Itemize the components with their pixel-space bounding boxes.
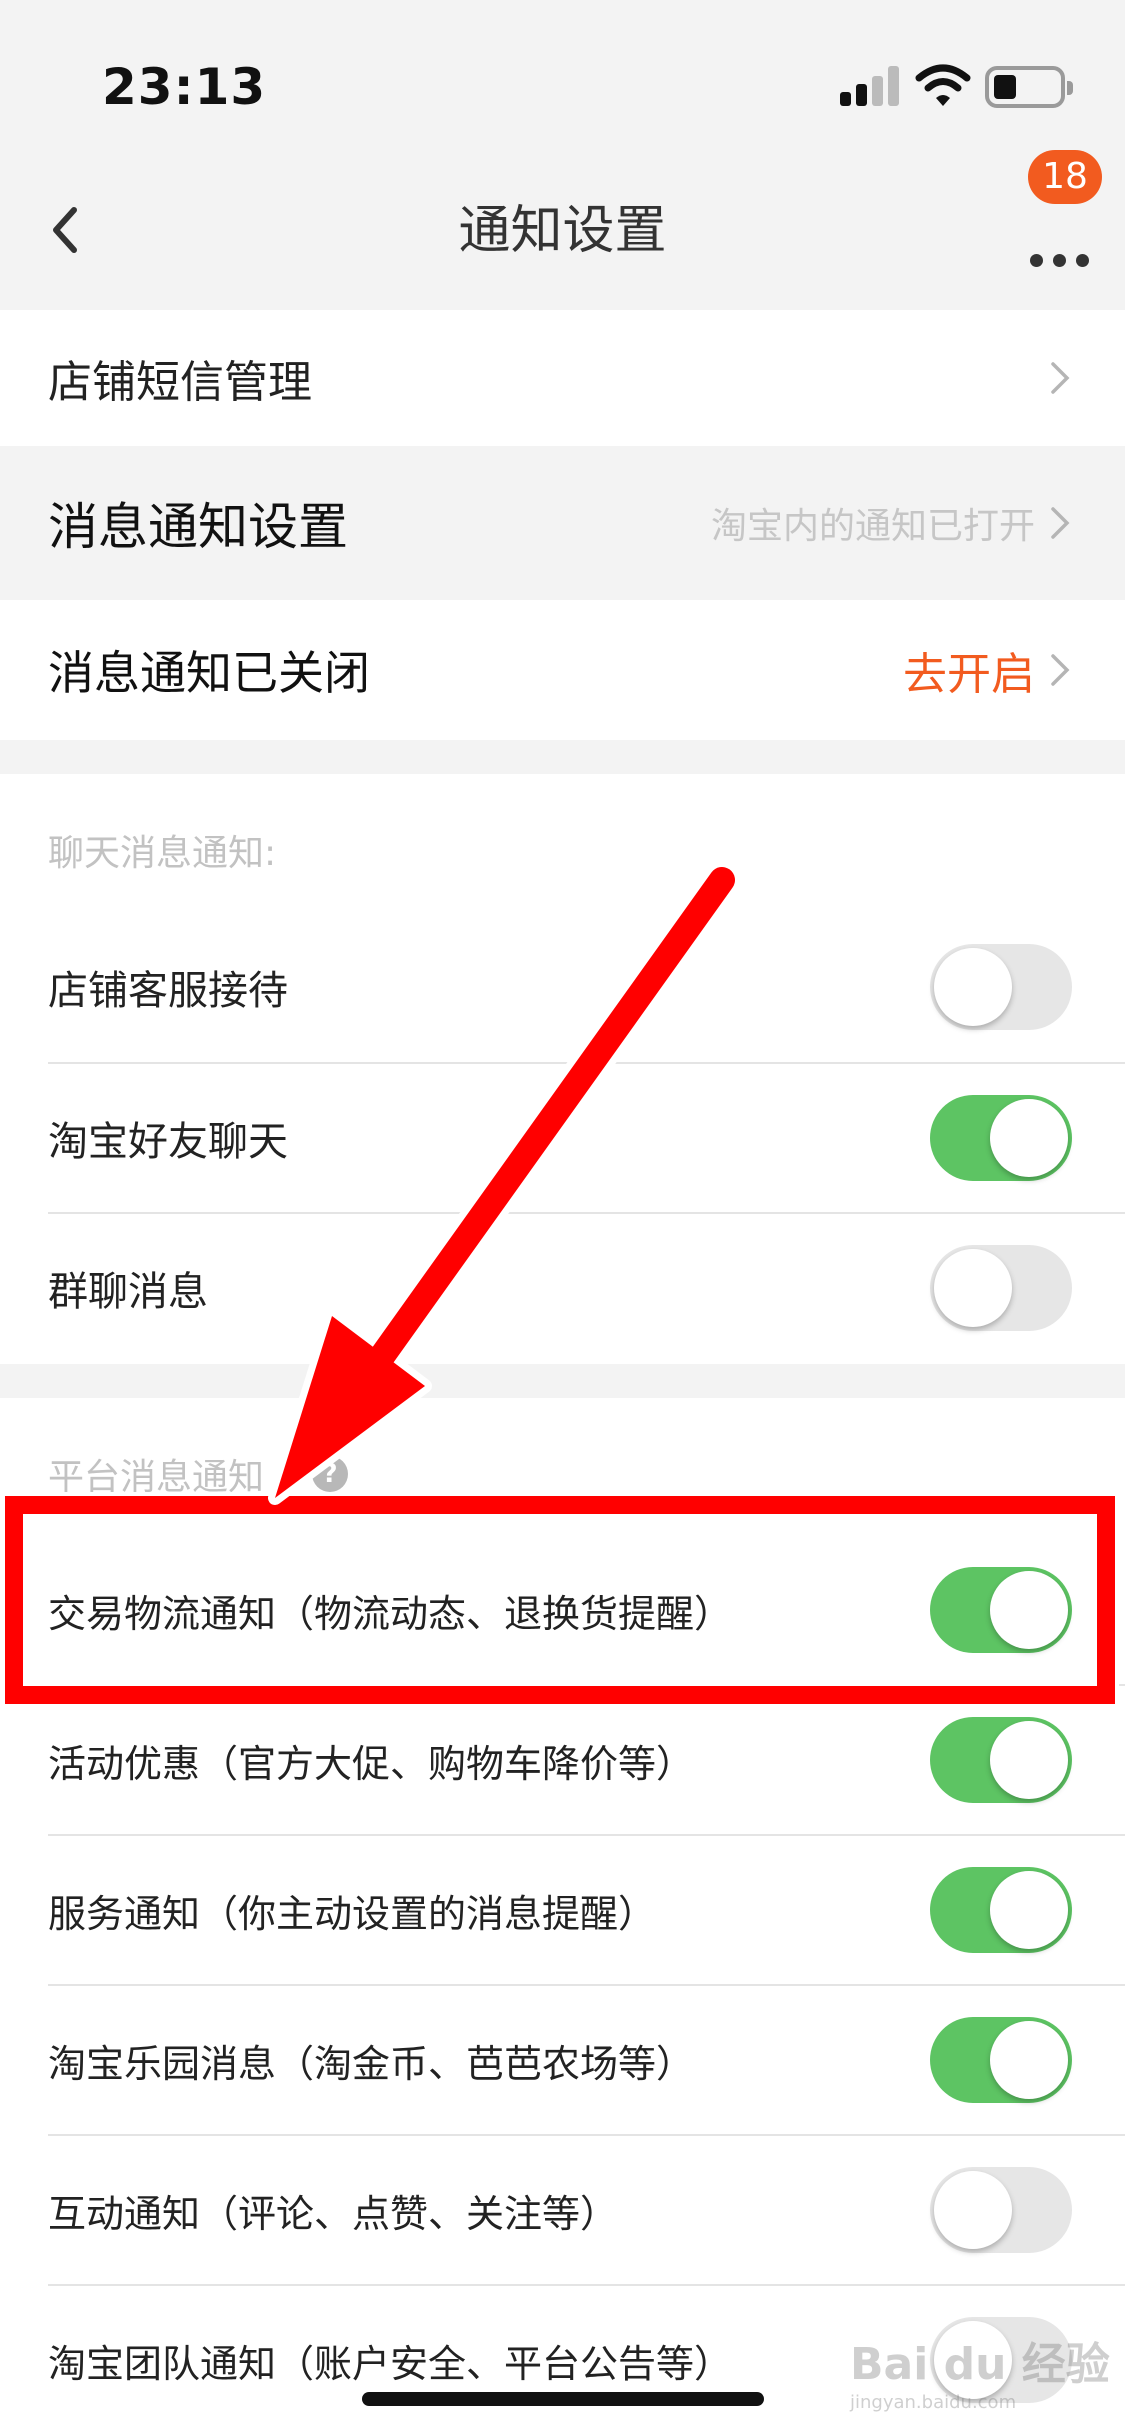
annotation-overlay [1,860,1119,1708]
highlight-box-red [5,1496,1115,1704]
baidu-watermark: Bai du 经验 jingyan.baidu.com [850,2328,1110,2418]
watermark-text: Bai du 经验 [850,2339,1110,2390]
highlight-box [1,1492,1119,1708]
annotation-arrow [268,860,742,1505]
home-indicator[interactable] [362,2392,764,2406]
watermark-subtext: jingyan.baidu.com [850,2392,1017,2413]
